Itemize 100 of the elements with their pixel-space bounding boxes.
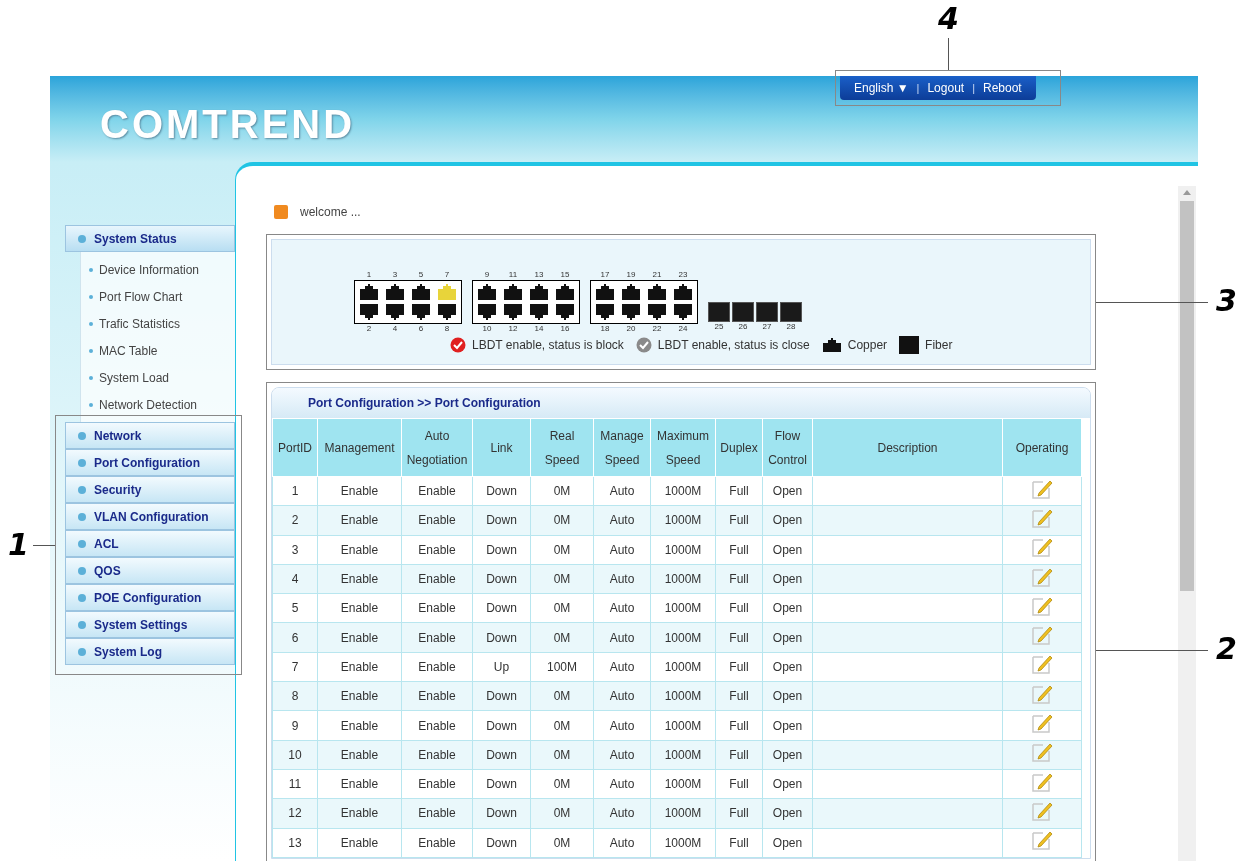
nav-item[interactable]: Network [65, 422, 235, 449]
legend-label: LBDT enable, status is close [657, 337, 810, 354]
table-cell: Full [715, 535, 763, 565]
table-cell: Enable [317, 623, 402, 653]
port-number: 9 [483, 270, 491, 280]
nav-item[interactable]: QOS [65, 557, 235, 584]
nav-subitem[interactable]: Trafic Statistics [81, 310, 235, 337]
port-number: 16 [559, 324, 571, 334]
table-cell: Down [472, 740, 531, 770]
edit-icon[interactable] [1031, 624, 1053, 647]
scroll-thumb[interactable] [1180, 201, 1194, 591]
table-cell: Auto [593, 798, 651, 829]
port-number: 22 [651, 324, 663, 334]
port-number: 7 [443, 270, 451, 280]
nav-item[interactable]: Port Configuration [65, 449, 235, 476]
table-cell: 10 [272, 740, 318, 770]
nav-item[interactable]: System Settings [65, 611, 235, 638]
nav-subitem[interactable]: System Load [81, 364, 235, 391]
table-cell: Enable [401, 681, 473, 711]
column-header: Operating [1015, 439, 1069, 457]
table-cell: Down [472, 710, 531, 741]
table-cell: Enable [401, 769, 473, 799]
callout-number: 1 [8, 530, 29, 560]
port-number: 12 [507, 324, 519, 334]
table-cell: 0M [530, 505, 594, 536]
table-cell: Open [762, 710, 813, 741]
table-cell: 0M [530, 476, 594, 506]
port-number: 10 [481, 324, 493, 334]
nav-item[interactable]: System Status [65, 225, 235, 252]
edit-icon[interactable] [1031, 712, 1053, 734]
table-cell: Full [715, 769, 763, 799]
table-cell: Full [715, 476, 763, 506]
nav-subitem[interactable]: Device Information [81, 256, 235, 283]
table-cell: Full [715, 564, 763, 594]
table-cell: Down [472, 476, 531, 506]
table-cell: Open [762, 769, 813, 799]
table-cell: Enable [317, 681, 402, 711]
table-cell: Full [715, 828, 763, 858]
table-cell: Auto [593, 740, 651, 770]
table-cell: Down [472, 681, 531, 711]
table-cell: 1000M [650, 710, 716, 741]
nav-item[interactable]: System Log [65, 638, 235, 665]
speaker-icon [274, 205, 288, 219]
header-link[interactable]: Logout [927, 79, 965, 97]
nav-item[interactable]: VLAN Configuration [65, 503, 235, 530]
callout-number: 4 [938, 4, 959, 34]
column-header: Auto Negotiation [406, 427, 468, 469]
scroll-up-icon[interactable] [1183, 189, 1191, 195]
header-link[interactable]: English ▼ [854, 79, 909, 97]
table-cell: Auto [593, 535, 651, 565]
table-cell: 1000M [650, 828, 716, 858]
table-cell: Enable [401, 623, 473, 653]
table-cell: Full [715, 505, 763, 536]
table-cell: Enable [401, 505, 473, 536]
nav-item[interactable]: ACL [65, 530, 235, 557]
header-link[interactable]: Reboot [983, 79, 1022, 97]
port-number: 2 [365, 324, 373, 334]
edit-icon[interactable] [1031, 829, 1053, 852]
table-cell: Down [472, 798, 531, 829]
table-cell: 12 [272, 798, 318, 829]
table-cell: Down [472, 828, 531, 858]
edit-icon[interactable] [1031, 653, 1053, 676]
column-header: Link [490, 439, 513, 457]
table-cell: 2 [272, 505, 318, 536]
table-cell: 11 [272, 769, 318, 799]
table-cell: 1000M [650, 769, 716, 799]
table-cell: Up [472, 652, 531, 682]
table-cell: Enable [401, 564, 473, 594]
table-cell: Open [762, 798, 813, 829]
table-cell: 100M [530, 652, 594, 682]
nav-item[interactable]: Security [65, 476, 235, 503]
table-cell: 3 [272, 535, 318, 565]
table-cell: 1000M [650, 564, 716, 594]
nav-subitem[interactable]: Network Detection [81, 391, 235, 418]
table-cell: 0M [530, 593, 594, 623]
callout-number: 3 [1216, 286, 1237, 316]
table-cell: Enable [317, 828, 402, 858]
table-cell: 9 [272, 710, 318, 741]
port-number: 3 [391, 270, 399, 280]
fiber-port-icon [899, 336, 920, 354]
table-cell: Auto [593, 710, 651, 741]
nav-subitem[interactable]: Port Flow Chart [81, 283, 235, 310]
table-cell: Open [762, 652, 813, 682]
table-cell: 1000M [650, 740, 716, 770]
nav-subitem[interactable]: MAC Table [81, 337, 235, 364]
port-number: 15 [559, 270, 571, 280]
table-cell: 0M [530, 564, 594, 594]
table-cell: Enable [401, 828, 473, 858]
table-cell: 13 [272, 828, 318, 858]
table-cell: 1000M [650, 681, 716, 711]
column-header: Real Speed [544, 427, 580, 469]
table-cell: Down [472, 505, 531, 536]
table-cell: 1000M [650, 798, 716, 829]
edit-icon[interactable] [1031, 741, 1053, 764]
nav-item[interactable]: POE Configuration [65, 584, 235, 611]
table-cell: Down [472, 769, 531, 799]
port-number: 4 [391, 324, 399, 334]
port-number: 14 [533, 324, 545, 334]
edit-icon[interactable] [1031, 536, 1053, 559]
column-header: Flow Control [768, 427, 807, 469]
